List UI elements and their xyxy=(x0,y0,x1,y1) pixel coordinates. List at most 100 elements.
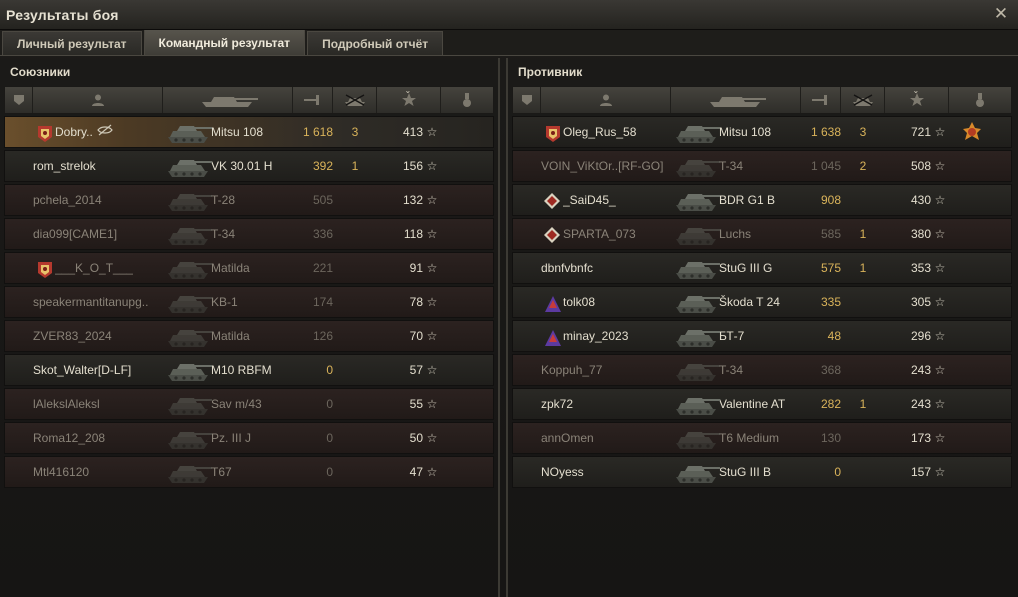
player-name[interactable]: speakermantitanupg.. xyxy=(33,295,148,309)
battle-results-window: Результаты боя ✕ Личный результат Команд… xyxy=(0,0,1018,597)
title-bar: Результаты боя ✕ xyxy=(0,0,1018,30)
damage-value: 1 638 xyxy=(810,125,841,139)
star-icon: ☆ xyxy=(426,363,438,377)
table-row[interactable]: pchela_2014 T-28 505 132 ☆ xyxy=(4,184,494,216)
header-vehicle-status[interactable] xyxy=(513,87,541,113)
table-row[interactable]: tolk08 Škoda T 24 335 305 ☆ xyxy=(512,286,1012,318)
table-row[interactable]: NOyess StuG III B 0 157 ☆ xyxy=(512,456,1012,488)
player-name[interactable]: annOmen xyxy=(541,431,594,445)
vehicle-name: T-34 xyxy=(719,363,744,377)
player-name-wrap: VOIN_ViKtOr..[RF-GO] xyxy=(541,159,663,173)
vehicle-status-cell xyxy=(5,423,33,453)
header-medal[interactable] xyxy=(949,87,1011,113)
xp-value: 91 xyxy=(409,261,423,275)
allies-title: Союзники xyxy=(10,65,71,79)
vehicle-cell: Mitsu 108 xyxy=(671,117,801,147)
table-row[interactable]: Mtl416120 T67 0 47 ☆ xyxy=(4,456,494,488)
star-icon: ☆ xyxy=(934,397,946,411)
table-row[interactable]: zpk72 Valentine AT 282 1 243 ☆ xyxy=(512,388,1012,420)
table-row[interactable]: dia099[CAME1] T-34 336 118 ☆ xyxy=(4,218,494,250)
close-icon[interactable]: ✕ xyxy=(992,5,1010,23)
header-damage[interactable] xyxy=(801,87,841,113)
damage-value: 0 xyxy=(326,397,333,411)
player-name[interactable]: lAlekslAleksl xyxy=(33,397,100,411)
player-name-cell: Mtl416120 xyxy=(33,457,163,487)
table-row[interactable]: minay_2023 БТ-7 48 296 ☆ xyxy=(512,320,1012,352)
damage-value: 368 xyxy=(820,363,841,377)
header-tank[interactable] xyxy=(671,87,801,113)
tank-icon xyxy=(673,188,721,214)
vehicle-name: T6 Medium xyxy=(719,431,780,445)
table-row[interactable]: Koppuh_77 T-34 368 243 ☆ xyxy=(512,354,1012,386)
player-name[interactable]: VOIN_ViKtOr..[RF-GO] xyxy=(541,159,663,173)
player-name[interactable]: pchela_2014 xyxy=(33,193,102,207)
header-tank[interactable] xyxy=(163,87,293,113)
player-name[interactable]: Oleg_Rus_58 xyxy=(563,125,636,139)
player-name[interactable]: Mtl416120 xyxy=(33,465,89,479)
table-row[interactable]: rom_strelok VK 30.01 H 392 1 156 ☆ xyxy=(4,150,494,182)
vehicle-name: Mitsu 108 xyxy=(211,125,264,139)
table-row[interactable]: ZVER83_2024 Matilda 126 70 ☆ xyxy=(4,320,494,352)
vehicle-name: KB-1 xyxy=(211,295,238,309)
table-row[interactable]: annOmen T6 Medium 130 173 ☆ xyxy=(512,422,1012,454)
tank-icon xyxy=(673,256,721,282)
table-row[interactable]: ___K_O_T___ Matilda 221 91 ☆ xyxy=(4,252,494,284)
vehicle-name: StuG III B xyxy=(719,465,772,479)
player-name[interactable]: zpk72 xyxy=(541,397,573,411)
header-damage[interactable] xyxy=(293,87,333,113)
player-name[interactable]: minay_2023 xyxy=(563,329,628,343)
vehicle-name: Matilda xyxy=(211,329,250,343)
damage-value: 126 xyxy=(312,329,333,343)
table-row[interactable]: Oleg_Rus_58 Mitsu 108 1 638 3 721 ☆ xyxy=(512,116,1012,148)
table-row[interactable]: _SaiD45_ BDR G1 B 908 430 ☆ xyxy=(512,184,1012,216)
tank-icon xyxy=(165,188,213,214)
player-name[interactable]: dia099[CAME1] xyxy=(33,227,117,241)
player-name[interactable]: Roma12_208 xyxy=(33,431,105,445)
player-name[interactable]: _SaiD45_ xyxy=(563,193,616,207)
kills-icon xyxy=(342,93,368,107)
vehicle-name: BDR G1 B xyxy=(719,193,776,207)
table-row[interactable]: dbnfvbnfc StuG III G 575 1 353 ☆ xyxy=(512,252,1012,284)
player-name[interactable]: rom_strelok xyxy=(33,159,96,173)
player-name-wrap: NOyess xyxy=(541,465,584,479)
player-name[interactable]: dbnfvbnfc xyxy=(541,261,593,275)
hidden-name-icon xyxy=(97,124,113,140)
header-player[interactable] xyxy=(33,87,163,113)
player-name-wrap: lAlekslAleksl xyxy=(33,397,100,411)
allies-header: ⌄ xyxy=(4,86,494,114)
table-row[interactable]: VOIN_ViKtOr..[RF-GO] T-34 1 045 2 508 ☆ xyxy=(512,150,1012,182)
header-medal[interactable] xyxy=(441,87,493,113)
table-row[interactable]: SPARTA_073 Luchs 585 1 380 ☆ xyxy=(512,218,1012,250)
player-name-wrap: Dobry.. xyxy=(35,124,113,142)
table-row[interactable]: lAlekslAleksl Sav m/43 0 55 ☆ xyxy=(4,388,494,420)
table-row[interactable]: Dobry.. Mitsu 108 1 618 3 413 ☆ xyxy=(4,116,494,148)
player-name[interactable]: Koppuh_77 xyxy=(541,363,602,377)
player-name-cell: NOyess xyxy=(541,457,671,487)
player-name[interactable]: Dobry.. xyxy=(55,125,93,139)
tab-team-result[interactable]: Командный результат xyxy=(143,29,306,55)
header-xp[interactable]: ⌄ xyxy=(377,87,441,113)
xp-value: 70 xyxy=(409,329,423,343)
player-name-wrap: pchela_2014 xyxy=(33,193,102,207)
vehicle-status-cell xyxy=(5,457,33,487)
player-name-wrap: rom_strelok xyxy=(33,159,96,173)
table-row[interactable]: Skot_Walter[D-LF] M10 RBFM 0 57 ☆ xyxy=(4,354,494,386)
header-kills[interactable] xyxy=(333,87,377,113)
player-name[interactable]: NOyess xyxy=(541,465,584,479)
table-row[interactable]: speakermantitanupg.. KB-1 174 78 ☆ xyxy=(4,286,494,318)
header-vehicle-status[interactable] xyxy=(5,87,33,113)
tab-personal-result[interactable]: Личный результат xyxy=(2,31,142,55)
player-name[interactable]: SPARTA_073 xyxy=(563,227,636,241)
vehicle-status-cell xyxy=(5,185,33,215)
player-name[interactable]: tolk08 xyxy=(563,295,595,309)
header-player[interactable] xyxy=(541,87,671,113)
player-name[interactable]: ZVER83_2024 xyxy=(33,329,112,343)
header-kills[interactable] xyxy=(841,87,885,113)
header-xp[interactable]: ⌄ xyxy=(885,87,949,113)
table-row[interactable]: Roma12_208 Pz. III J 0 50 ☆ xyxy=(4,422,494,454)
player-name[interactable]: Skot_Walter[D-LF] xyxy=(33,363,131,377)
tab-detailed-report[interactable]: Подробный отчёт xyxy=(307,31,444,55)
player-name[interactable]: ___K_O_T___ xyxy=(55,261,133,275)
player-name-cell: rom_strelok xyxy=(33,151,163,181)
xp-value: 243 xyxy=(910,363,931,377)
